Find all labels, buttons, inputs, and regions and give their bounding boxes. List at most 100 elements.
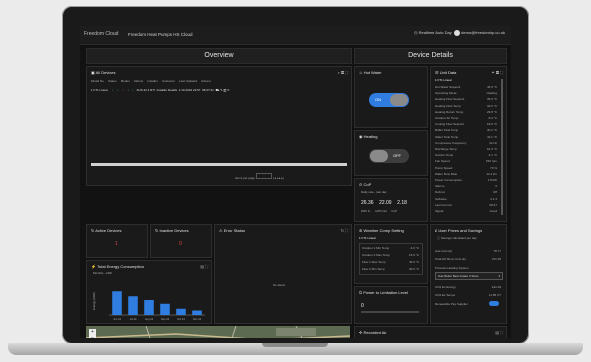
power-value: 0: [361, 303, 364, 309]
unit-data-row: Operating Mode Heating: [435, 91, 497, 95]
renewable-toggle[interactable]: [489, 301, 499, 306]
pagination: Items per page |◂ ◂ ▸ ▸|: [235, 173, 284, 180]
energy-bar[interactable]: [192, 310, 202, 316]
installer-dot: •: [127, 88, 129, 92]
fan-icon: ✣: [359, 330, 363, 335]
alarm-dot: •: [122, 88, 124, 92]
first-page-icon[interactable]: |◂: [274, 176, 276, 180]
error-status-title-text: Error Status: [223, 228, 246, 233]
col-model[interactable]: Model No: [91, 79, 104, 83]
page-size-select[interactable]: [255, 173, 272, 179]
table-row[interactable]: 1 FTL Linear • • • • • FHS 42 4 RTI Inst…: [91, 88, 230, 93]
energy-bar[interactable]: [176, 308, 186, 315]
delete-icon[interactable]: ✕: [227, 88, 230, 92]
expand-icon[interactable]: ⛶: [345, 228, 348, 233]
weather-comp-label: Flow 1 Max Temp: [362, 260, 386, 264]
filter-icon[interactable]: ⏷: [492, 70, 495, 75]
previous-system-label: Previous Heating System: [435, 266, 469, 270]
unit-data-row: Pump Speed 70 %: [435, 166, 497, 170]
active-devices-panel: ↻ Active Devices 1: [86, 224, 148, 258]
unit-name: 1 FTL Linear: [435, 78, 452, 82]
all-devices-tools: ⌕ ▤ ⛶: [338, 70, 348, 75]
chart-icon[interactable]: ▥: [223, 88, 226, 92]
expand-icon[interactable]: ⛶: [500, 330, 503, 335]
error-status-tools: ↻ ⛶: [341, 228, 348, 233]
weather-comp-label: Flow 2 Min Temp: [362, 267, 385, 271]
col-alarms[interactable]: Alarms: [134, 79, 143, 83]
energy-bar[interactable]: [160, 303, 170, 315]
expand-icon[interactable]: ⛶: [205, 264, 208, 269]
price-value: 371.35: [491, 257, 501, 261]
col-modes[interactable]: Modes: [121, 79, 130, 83]
unit-data-value: 29.8 °C: [486, 109, 497, 114]
device-map[interactable]: + −: [86, 326, 350, 338]
last-page-icon[interactable]: ▸|: [281, 176, 283, 180]
cop-title: ⊙ CoP: [359, 182, 371, 187]
col-status[interactable]: Status: [108, 79, 117, 83]
unit-data-scrollbar[interactable]: [501, 79, 503, 215]
table-icon[interactable]: ▤: [341, 70, 344, 75]
horizontal-scrollbar[interactable]: [91, 163, 347, 166]
document-icon[interactable]: ▤: [495, 330, 499, 335]
error-status-title: ⚠ Error Status: [219, 228, 245, 233]
expand-icon[interactable]: ⛶: [500, 70, 503, 75]
col-customer[interactable]: Customer: [162, 79, 175, 83]
cop-value: 2.18: [397, 200, 407, 206]
search-icon[interactable]: ⌕: [338, 70, 340, 75]
unit-data-value: Off: [493, 190, 497, 195]
map-zoom-controls[interactable]: + −: [89, 329, 96, 338]
realtime-status[interactable]: Realtime Auto Day: [419, 30, 452, 35]
unit-data-row: Heating Flow Temp 32.6 °C: [435, 104, 497, 108]
unit-data-value: Good: [489, 209, 497, 213]
heating-panel: ◉ Heating OFF: [354, 130, 428, 176]
unit-data-value: 12.4 l/m: [486, 171, 497, 176]
price-label: CO2 Ex Energy: [435, 285, 456, 289]
user-email[interactable]: demo@freedomhp.co.uk: [461, 30, 505, 35]
cell-model: 1 FTL Linear: [91, 88, 108, 92]
energy-bar[interactable]: [128, 296, 138, 315]
col-installer[interactable]: Installer: [147, 79, 158, 83]
thermometer-icon: ⊛: [359, 228, 363, 233]
mode-dot: •: [117, 88, 119, 92]
weather-comp-value[interactable]: 15.0 °C: [409, 253, 419, 257]
active-devices-count: 1: [115, 241, 118, 247]
toggle-knob: [390, 94, 408, 106]
hot-water-toggle-label: ON: [375, 97, 381, 102]
weather-comp-value[interactable]: 30.0 °C: [409, 267, 419, 271]
heating-toggle[interactable]: OFF: [369, 149, 409, 163]
active-devices-title-text: Active Devices: [95, 228, 122, 233]
expand-icon[interactable]: ⛶: [345, 70, 348, 75]
unit-data-value: Heating: [486, 91, 497, 96]
zoom-out-icon[interactable]: −: [91, 335, 94, 338]
power-title: ⏻ Power to Limitation Level: [359, 290, 408, 295]
energy-bar[interactable]: [144, 300, 154, 315]
unit-data-label: Compressor Frequency: [435, 140, 467, 145]
gauge-icon: ⊙: [359, 182, 363, 187]
car-icon[interactable]: ⛟: [215, 88, 219, 92]
inactive-devices-panel: ↻ Inactive Devices 0: [150, 224, 212, 258]
unit-data-row: Water Tank Temp 44.1 °C: [435, 135, 497, 139]
weather-comp-value[interactable]: 45.0 °C: [409, 260, 419, 264]
document-icon[interactable]: ▤: [496, 70, 499, 75]
weather-comp-value[interactable]: -3.0 °C: [410, 246, 419, 250]
hot-water-panel: ♨ Hot Water ON: [354, 66, 428, 128]
prev-page-icon[interactable]: ◂: [277, 176, 279, 180]
devices-icon: ▣: [91, 70, 95, 75]
price-value: £11.09: [492, 285, 501, 289]
user-avatar-icon[interactable]: [454, 30, 460, 36]
refresh-icon[interactable]: ↻: [341, 228, 344, 233]
document-icon[interactable]: ▤: [200, 264, 204, 269]
toggle-knob: [370, 150, 388, 162]
price-value: 11.85 CT: [488, 293, 501, 297]
inactive-devices-title-text: Inactive Devices: [159, 228, 189, 233]
x-tick-label: Sep 24: [161, 317, 170, 321]
unit-data-value: 1.8 kW: [487, 178, 497, 182]
unit-data-label: Hot Water Setpoint: [435, 85, 461, 89]
app-logo[interactable]: Freedom Cloud: [84, 31, 118, 37]
device-details-header: Device Details: [354, 48, 507, 64]
col-last-updated[interactable]: Last Updated: [179, 79, 197, 83]
hot-water-toggle[interactable]: ON: [369, 93, 409, 107]
energy-bar[interactable]: [112, 291, 122, 315]
previous-system-dropdown[interactable]: Gas Boiler Best Grade 3 Stars ▾: [435, 272, 503, 280]
col-actions[interactable]: Actions: [201, 79, 211, 83]
